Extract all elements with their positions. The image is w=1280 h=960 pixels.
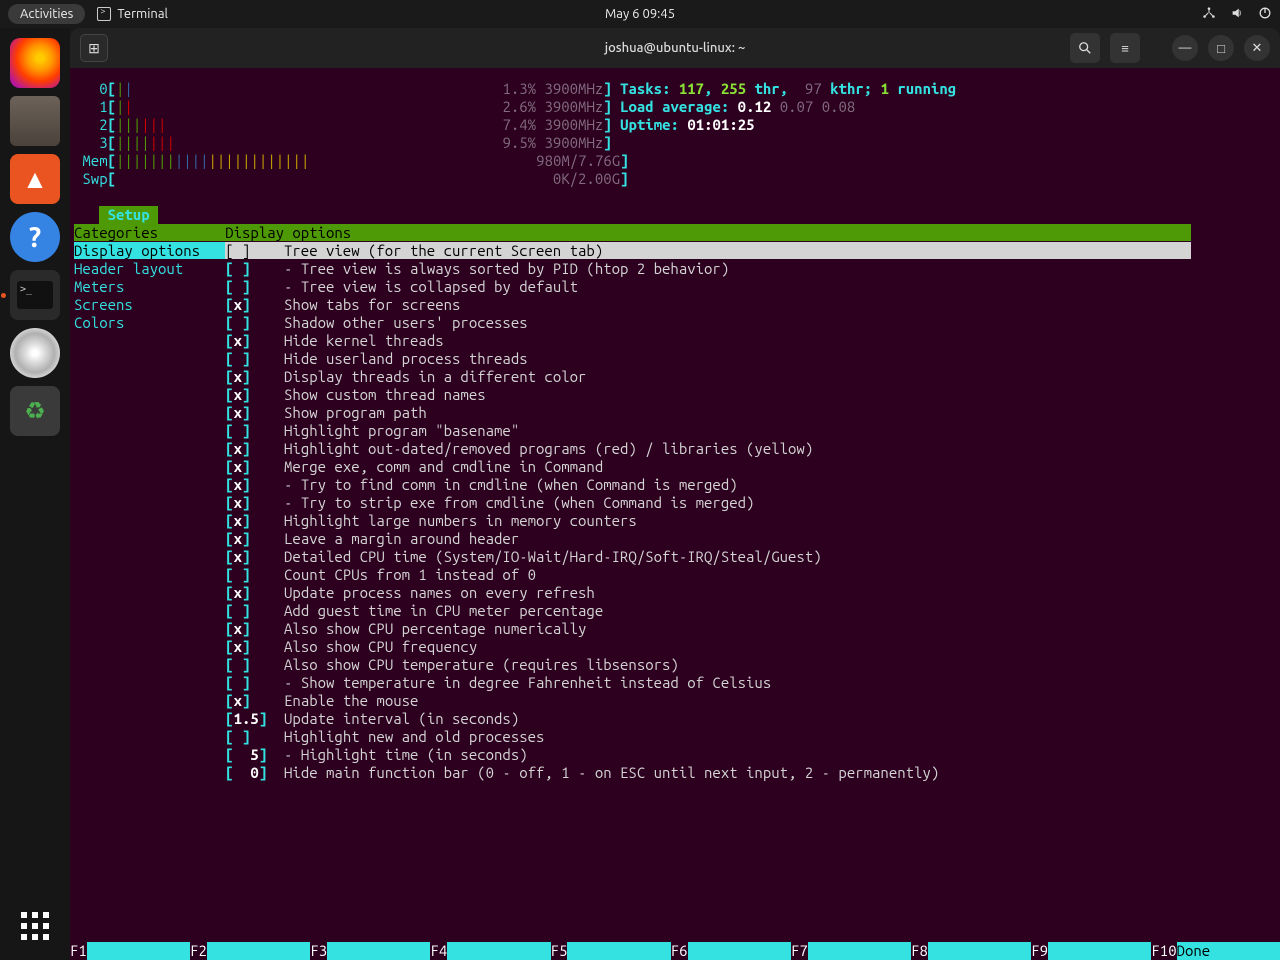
window-title: joshua@ubuntu-linux: ~	[605, 41, 746, 55]
maximize-button[interactable]: □	[1208, 35, 1234, 61]
activities-button[interactable]: Activities	[8, 4, 85, 24]
dock-software[interactable]: ▲	[10, 154, 60, 204]
app-menu-label: Terminal	[117, 7, 168, 21]
dock-files[interactable]	[10, 96, 60, 146]
top-panel: Activities Terminal May 6 09:45	[0, 0, 1280, 28]
clock[interactable]: May 6 09:45	[605, 7, 675, 21]
new-tab-button[interactable]: ⊞	[80, 34, 108, 62]
power-icon[interactable]	[1258, 6, 1272, 23]
dock-firefox[interactable]	[10, 38, 60, 88]
dock-terminal[interactable]: >_	[10, 270, 60, 320]
app-menu[interactable]: Terminal	[97, 7, 168, 21]
menu-button[interactable]: ≡	[1110, 33, 1140, 63]
dock: ▲ ? >_ ♻	[0, 28, 70, 960]
htop-function-bar[interactable]: F1 F2 F3 F4 F5 F6 F7 F8 F9 F10Done	[70, 942, 1280, 960]
close-button[interactable]: ✕	[1244, 35, 1270, 61]
terminal-window: ⊞ joshua@ubuntu-linux: ~ ≡ — □ ✕ 0[|| 1.…	[70, 28, 1280, 960]
dock-disc[interactable]	[10, 328, 60, 378]
terminal-content[interactable]: 0[|| 1.3% 3900MHz] Tasks: 117, 255 thr, …	[70, 68, 1280, 960]
dock-trash[interactable]: ♻	[10, 386, 60, 436]
dock-help[interactable]: ?	[10, 212, 60, 262]
search-button[interactable]	[1070, 33, 1100, 63]
terminal-icon	[97, 7, 111, 21]
volume-icon[interactable]	[1230, 6, 1244, 23]
dock-apps-grid[interactable]	[21, 912, 49, 940]
network-icon[interactable]	[1202, 6, 1216, 23]
titlebar: ⊞ joshua@ubuntu-linux: ~ ≡ — □ ✕	[70, 28, 1280, 68]
minimize-button[interactable]: —	[1172, 35, 1198, 61]
